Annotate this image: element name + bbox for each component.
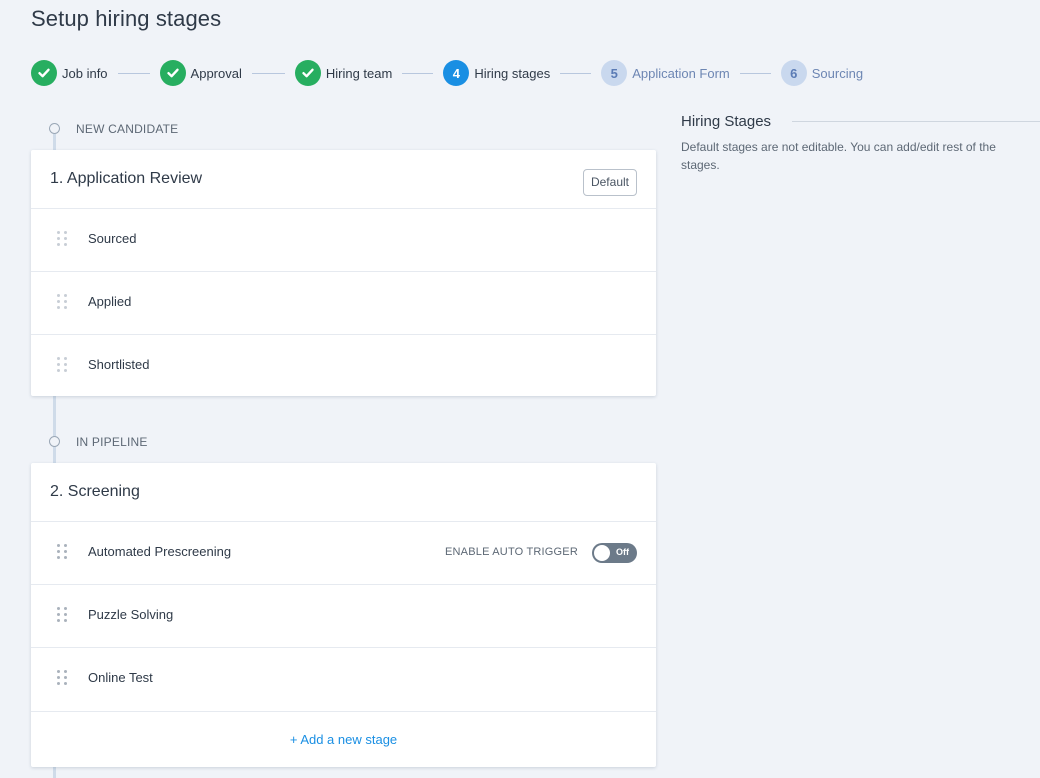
check-icon: [31, 60, 57, 86]
stage-row[interactable]: Online Test: [31, 648, 656, 711]
step-label: Job info: [62, 65, 108, 81]
step-connector: [117, 72, 150, 74]
toggle-knob: [594, 545, 610, 561]
side-panel-divider: [792, 121, 1040, 122]
stage-name: Online Test: [88, 670, 153, 685]
auto-trigger-label: ENABLE AUTO TRIGGER: [445, 546, 578, 558]
stage-name: Automated Prescreening: [88, 544, 232, 559]
timeline-dot: [49, 436, 60, 447]
step-connector: [560, 72, 592, 74]
step-application-form[interactable]: 5 Application Form: [601, 60, 730, 86]
step-label: Application Form: [632, 65, 730, 81]
drag-handle-icon[interactable]: [57, 357, 67, 373]
wizard-stepper: Job info Approval Hiring team 4 Hiring s…: [31, 60, 863, 86]
check-icon: [159, 60, 186, 86]
section-label: NEW CANDIDATE: [76, 122, 179, 136]
side-panel-description: Default stages are not editable. You can…: [681, 140, 996, 172]
step-label: Hiring stages: [474, 65, 551, 81]
stage-card-application-review: 1. Application Review Default Sourced Ap…: [31, 150, 656, 396]
add-stage-link[interactable]: + Add a new stage: [290, 732, 397, 747]
check-icon: [294, 60, 321, 86]
card-title: 2. Screening: [50, 483, 140, 500]
step-number: 5: [601, 60, 628, 86]
step-job-info[interactable]: Job info: [31, 60, 108, 86]
drag-handle-icon[interactable]: [57, 670, 67, 686]
card-title: 1. Application Review: [50, 170, 203, 187]
step-hiring-team[interactable]: Hiring team: [294, 60, 393, 86]
step-connector: [251, 72, 285, 74]
stage-row[interactable]: Applied: [31, 272, 656, 335]
timeline-dot: [49, 123, 60, 134]
card-header: 2. Screening: [31, 463, 656, 522]
stage-name: Applied: [88, 294, 132, 309]
step-label: Sourcing: [811, 65, 864, 81]
stage-name: Puzzle Solving: [88, 607, 174, 622]
step-connector: [402, 72, 434, 74]
drag-handle-icon[interactable]: [57, 294, 67, 310]
stage-row[interactable]: Puzzle Solving: [31, 585, 656, 648]
step-connector: [739, 72, 771, 74]
default-badge-button[interactable]: Default: [582, 169, 637, 196]
drag-handle-icon[interactable]: [57, 231, 67, 247]
add-stage-row: + Add a new stage: [31, 711, 656, 768]
toggle-text: Off: [616, 547, 629, 557]
stage-row[interactable]: Automated Prescreening ENABLE AUTO TRIGG…: [31, 522, 656, 585]
step-hiring-stages[interactable]: 4 Hiring stages: [443, 60, 550, 86]
step-label: Hiring team: [325, 65, 393, 81]
section-label: IN PIPELINE: [76, 435, 148, 449]
drag-handle-icon[interactable]: [57, 607, 67, 623]
stage-name: Shortlisted: [88, 357, 150, 372]
step-sourcing[interactable]: 6 Sourcing: [780, 60, 864, 86]
auto-trigger-toggle[interactable]: Off: [592, 543, 637, 563]
page-title: Setup hiring stages: [31, 6, 222, 31]
stage-card-screening: 2. Screening Automated Prescreening ENAB…: [31, 463, 656, 767]
step-approval[interactable]: Approval: [159, 60, 242, 86]
side-panel-title: Hiring Stages: [681, 113, 772, 130]
stage-row[interactable]: Shortlisted: [31, 335, 656, 398]
stage-name: Sourced: [88, 231, 137, 246]
stage-row[interactable]: Sourced: [31, 209, 656, 272]
drag-handle-icon[interactable]: [57, 544, 67, 560]
step-number: 6: [780, 60, 807, 86]
step-number: 4: [443, 60, 470, 86]
step-label: Approval: [190, 65, 242, 81]
card-header: 1. Application Review Default: [31, 150, 656, 209]
